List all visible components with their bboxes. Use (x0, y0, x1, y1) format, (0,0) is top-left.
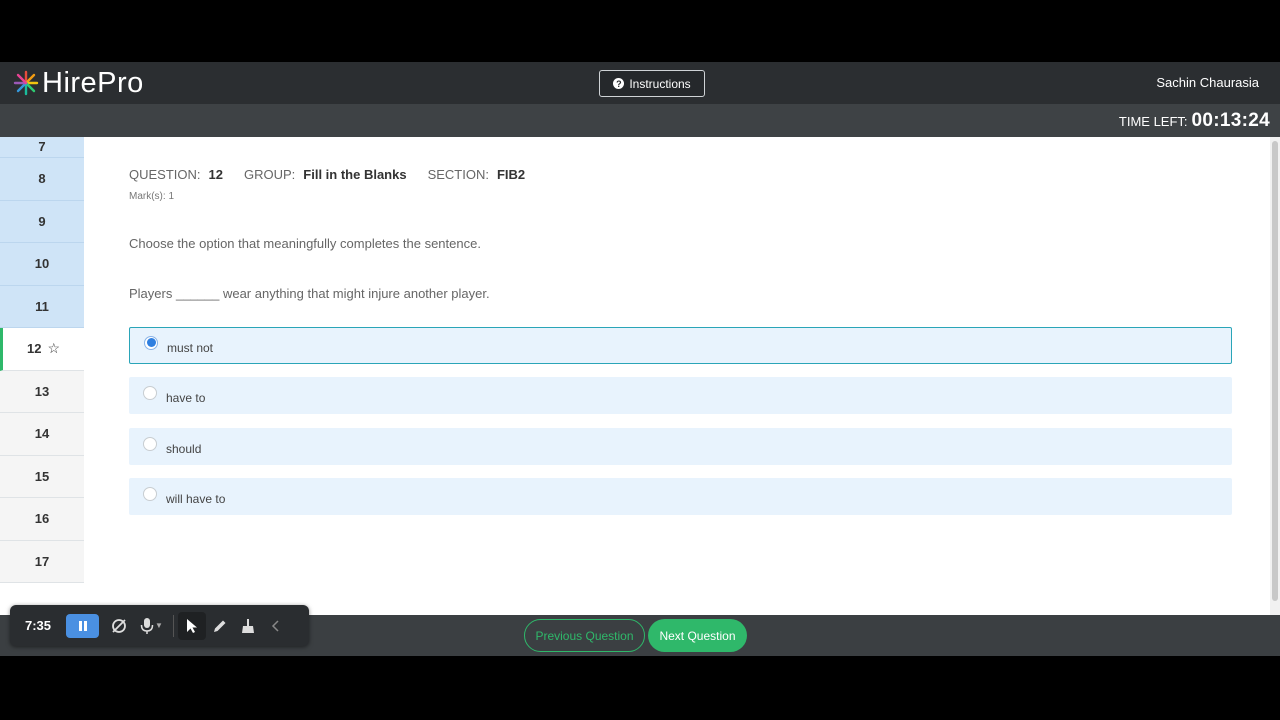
question-nav-item[interactable]: 8 (0, 158, 84, 201)
question-nav-item[interactable]: 7 (0, 137, 84, 158)
instructions-label: Instructions (629, 76, 691, 91)
time-left: TIME LEFT: 00:13:24 (1119, 110, 1270, 132)
cursor-tool-button[interactable] (177, 611, 206, 640)
screen-recorder-toolbar: 7:35 ▼ (10, 605, 309, 646)
question-nav-number: 16 (34, 511, 50, 527)
question-panel: QUESTION: 12 GROUP: Fill in the Blanks S… (84, 137, 1270, 615)
question-number: 12 (208, 167, 223, 182)
question-nav-number: 17 (34, 553, 50, 569)
collapse-toolbar-button[interactable] (262, 612, 290, 640)
question-nav-item[interactable]: 13 (0, 370, 84, 413)
question-nav-item[interactable]: 14 (0, 413, 84, 456)
question-label: QUESTION: (129, 167, 201, 182)
timer-bar: TIME LEFT: 00:13:24 (0, 104, 1280, 137)
eraser-tool-button[interactable] (234, 612, 262, 640)
question-nav-number: 13 (34, 383, 50, 399)
time-left-label: TIME LEFT: (1118, 114, 1188, 129)
chevron-down-icon[interactable]: ▼ (155, 621, 163, 630)
answer-option[interactable]: must not (129, 327, 1232, 364)
answer-option[interactable]: should (129, 428, 1232, 465)
radio-button[interactable] (143, 436, 157, 451)
pause-button[interactable] (66, 613, 99, 638)
starburst-logo-icon (13, 70, 39, 96)
answer-option[interactable]: will have to (129, 478, 1232, 515)
question-nav-number: 9 (38, 213, 46, 229)
question-nav-number: 8 (38, 171, 46, 187)
app-frame: HirePro ? Instructions Sachin Chaurasia … (0, 62, 1280, 656)
question-nav-item[interactable]: 15 (0, 455, 84, 498)
radio-button[interactable] (143, 486, 157, 501)
question-instruction: Choose the option that meaningfully comp… (129, 236, 481, 251)
question-nav-item-current[interactable]: 12 ☆ (0, 328, 84, 371)
next-question-button[interactable]: Next Question (648, 619, 747, 652)
recording-elapsed-time: 7:35 (25, 618, 52, 633)
radio-button[interactable] (144, 335, 158, 350)
scrollbar-thumb[interactable] (1272, 141, 1278, 601)
logo-text: HirePro (42, 66, 144, 99)
question-circle-icon: ? (613, 78, 625, 89)
radio-button[interactable] (143, 385, 157, 400)
pause-icon (78, 620, 87, 631)
section-label: SECTION: (427, 167, 489, 182)
toolbar-divider (172, 614, 174, 637)
section-value: FIB2 (496, 167, 526, 182)
question-navigator: 7 8 9 10 11 12 ☆ 13 14 15 16 17 (0, 137, 84, 615)
top-header: HirePro ? Instructions Sachin Chaurasia (0, 62, 1280, 104)
instructions-button[interactable]: ? Instructions (599, 70, 705, 97)
question-nav-item[interactable]: 9 (0, 200, 84, 243)
chevron-left-icon (271, 619, 279, 632)
question-nav-number: 11 (35, 298, 49, 314)
group-label: GROUP: (243, 167, 296, 182)
camera-off-icon (112, 618, 126, 633)
microphone-icon (140, 617, 154, 634)
question-nav-item[interactable]: 11 (0, 285, 84, 328)
question-nav-number: 15 (34, 468, 50, 484)
pen-tool-button[interactable] (206, 612, 234, 640)
question-meta: QUESTION: 12 GROUP: Fill in the Blanks S… (129, 167, 546, 182)
question-nav-number: 12 (26, 341, 42, 357)
question-nav-number: 10 (34, 256, 50, 272)
question-nav-number: 14 (34, 426, 50, 442)
answer-option[interactable]: have to (129, 377, 1232, 414)
user-name: Sachin Chaurasia (1156, 75, 1259, 90)
answer-option-label: must not (167, 340, 214, 355)
camera-off-button[interactable] (105, 612, 133, 640)
question-nav-item[interactable]: 16 (0, 498, 84, 541)
previous-question-button[interactable]: Previous Question (524, 619, 645, 652)
question-nav-item[interactable]: 17 (0, 540, 84, 583)
time-left-value: 00:13:24 (1191, 110, 1270, 131)
answer-option-label: should (166, 441, 202, 456)
broom-icon (241, 618, 254, 633)
question-nav-item[interactable]: 10 (0, 243, 84, 286)
content-scrollbar[interactable] (1270, 137, 1280, 615)
answer-option-label: have to (166, 390, 206, 405)
question-sentence: Players ______ wear anything that might … (129, 286, 490, 301)
group-value: Fill in the Blanks (303, 167, 407, 182)
answer-option-label: will have to (166, 491, 226, 506)
pencil-icon (213, 620, 226, 632)
question-nav-number: 7 (38, 139, 46, 154)
cursor-icon (186, 618, 197, 633)
hirepro-logo: HirePro (12, 67, 144, 99)
marks-text: Mark(s): 1 (129, 191, 174, 202)
star-icon[interactable]: ☆ (47, 340, 60, 357)
